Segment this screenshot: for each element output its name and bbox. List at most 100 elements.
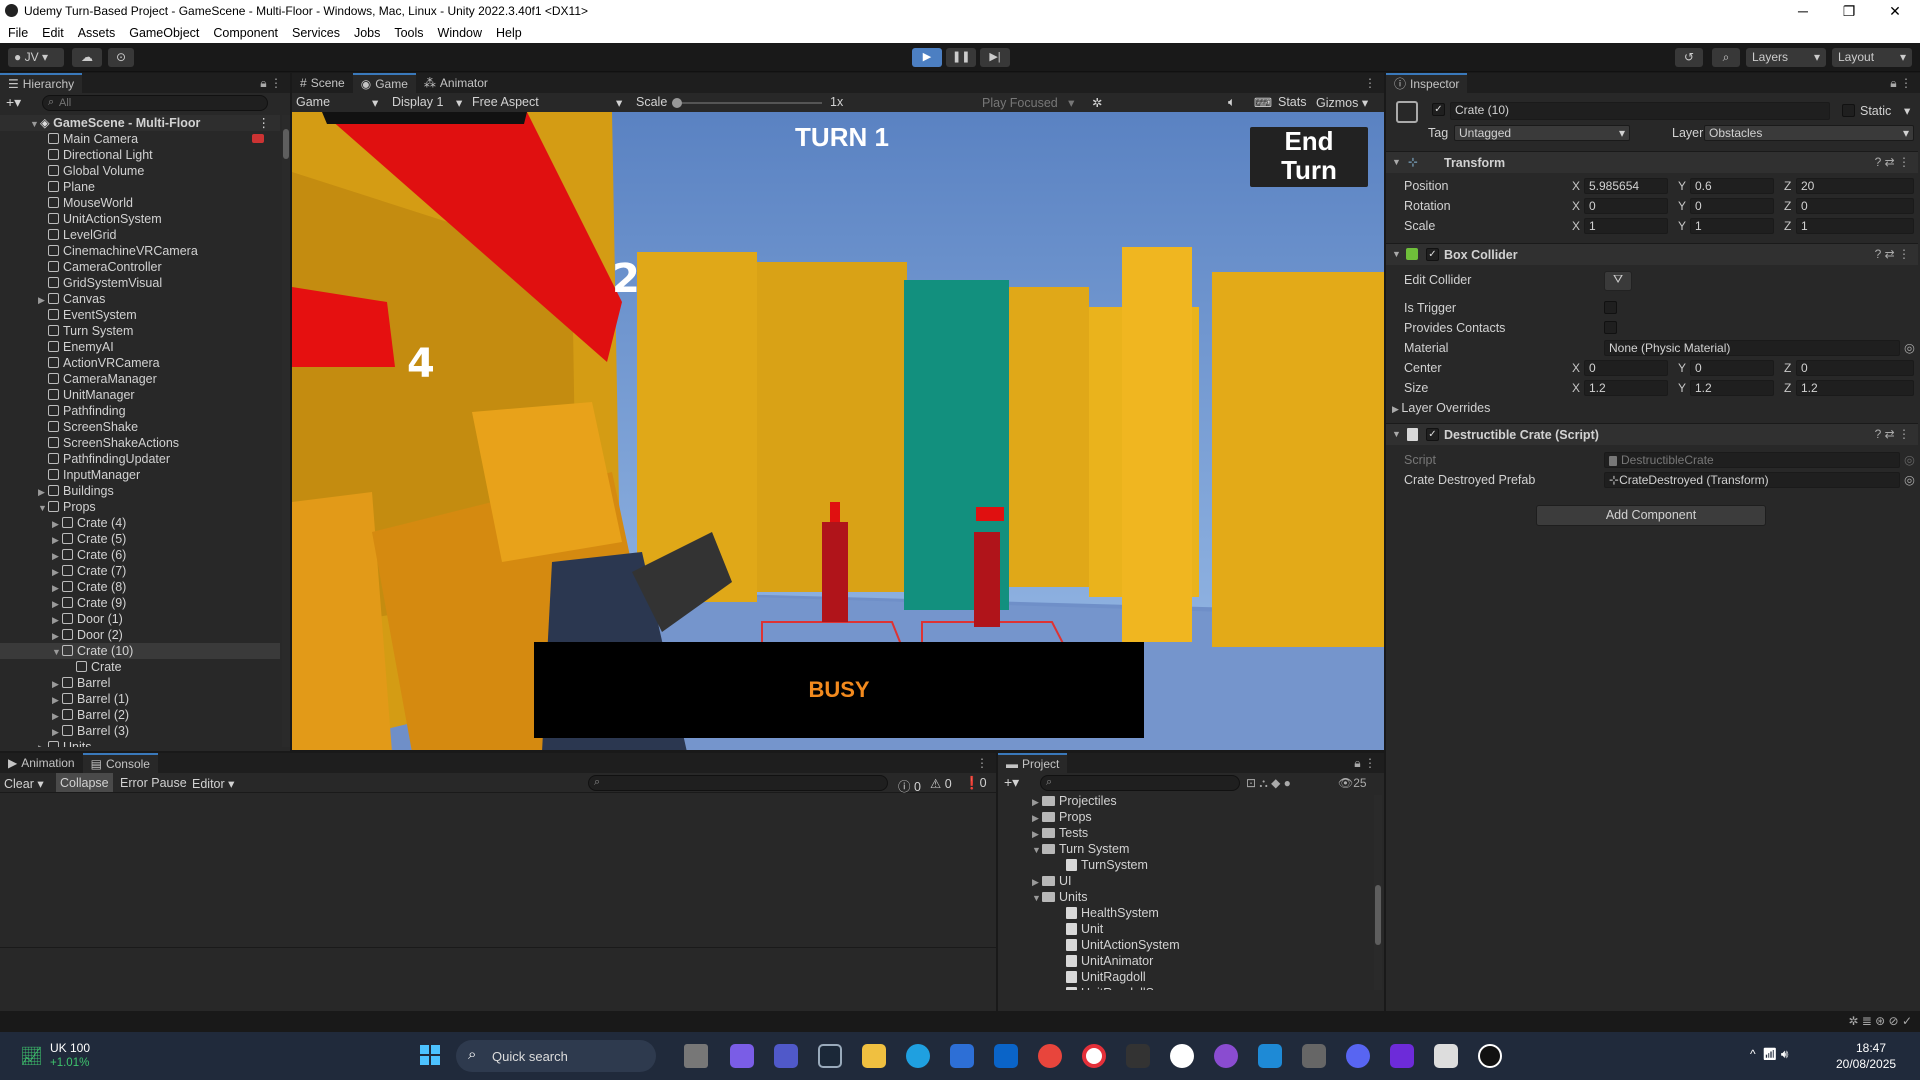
hierarchy-item[interactable]: Main Camera xyxy=(0,131,280,147)
edge-icon[interactable] xyxy=(906,1044,930,1068)
step-button[interactable]: ▶| xyxy=(980,48,1010,67)
hierarchy-item[interactable]: PathfindingUpdater xyxy=(0,451,280,467)
ticker-label[interactable]: UK 100 xyxy=(50,1041,90,1055)
close-button[interactable]: ✕ xyxy=(1872,1,1918,21)
project-add-icon[interactable]: +▾ xyxy=(1004,774,1019,791)
menu-tools[interactable]: Tools xyxy=(394,26,423,40)
hierarchy-item[interactable]: UnitActionSystem xyxy=(0,211,280,227)
console-menu-icon[interactable]: ⋮ xyxy=(976,756,988,770)
chrome-icon[interactable] xyxy=(1038,1044,1062,1068)
tab-animator[interactable]: ⁂ Animator xyxy=(416,73,496,93)
audio-icon[interactable]: 🔈︎ xyxy=(1228,95,1236,110)
folder-expand-icon[interactable]: ▼ xyxy=(1032,842,1042,858)
project-filter-icons[interactable]: ⊡ ⛬ ◆ ● xyxy=(1246,776,1291,791)
steam-icon[interactable] xyxy=(818,1044,842,1068)
project-lock-icon[interactable]: 🔒︎ ⋮ xyxy=(1354,756,1376,771)
status-icons[interactable]: ✲ ≣ ⊛ ⊘ ✓ xyxy=(1848,1014,1912,1028)
outlook-icon[interactable] xyxy=(994,1044,1018,1068)
collapse-toggle[interactable]: Collapse xyxy=(56,773,113,792)
hierarchy-item[interactable]: ▶ Crate (4) xyxy=(0,515,280,531)
destructible-enabled-checkbox[interactable]: ✓ xyxy=(1426,428,1439,441)
unity-hub-icon[interactable] xyxy=(1302,1044,1326,1068)
project-script[interactable]: UnitRagdollSpawner xyxy=(1056,985,1195,990)
edit-collider-button[interactable]: ⛛ xyxy=(1604,271,1632,291)
transform-foldout-icon[interactable]: ▼ xyxy=(1392,157,1401,167)
scale-slider[interactable] xyxy=(672,98,822,108)
hierarchy-item[interactable]: ▶ Crate (8) xyxy=(0,579,280,595)
box-collider-foldout-icon[interactable]: ▼ xyxy=(1392,249,1401,259)
is-trigger-checkbox[interactable] xyxy=(1604,301,1617,314)
visual-studio-icon[interactable] xyxy=(1390,1044,1414,1068)
tab-scene[interactable]: # Scene xyxy=(292,73,353,93)
box-collider-header[interactable]: ▼ ✓ Box Collider ? ⇄ ⋮ xyxy=(1386,243,1918,265)
maximize-button[interactable]: ❐ xyxy=(1826,1,1872,21)
hierarchy-item[interactable]: GridSystemVisual xyxy=(0,275,280,291)
info-count-toggle[interactable]: ⓘ 0 xyxy=(898,776,921,795)
active-checkbox[interactable]: ✓ xyxy=(1432,103,1445,116)
expand-right-icon[interactable]: ▶ xyxy=(52,676,62,692)
layout-dropdown[interactable]: Layout ▾ xyxy=(1832,48,1912,67)
collab-icon[interactable]: ⊙ xyxy=(108,48,134,67)
tag-dropdown[interactable]: Untagged ▾ xyxy=(1454,125,1630,141)
expand-right-icon[interactable]: ▶ xyxy=(52,548,62,564)
project-folder[interactable]: ▼ Units xyxy=(1032,889,1087,906)
expand-right-icon[interactable]: ▶ xyxy=(52,564,62,580)
project-folder[interactable]: ▶ Props xyxy=(1032,809,1092,826)
scale-slider-thumb[interactable] xyxy=(672,98,682,108)
hierarchy-item[interactable]: EnemyAI xyxy=(0,339,280,355)
transform-header[interactable]: ▼ ⊹ Transform ? ⇄ ⋮ xyxy=(1386,151,1918,173)
play-button[interactable]: ▶ xyxy=(912,48,942,67)
size-x-field[interactable]: 1.2 xyxy=(1584,380,1668,396)
position-z-field[interactable]: 20 xyxy=(1796,178,1914,194)
scale-y-field[interactable]: 1 xyxy=(1690,218,1774,234)
size-y-field[interactable]: 1.2 xyxy=(1690,380,1774,396)
rotation-y-field[interactable]: 0 xyxy=(1690,198,1774,214)
hierarchy-item[interactable]: ScreenShakeActions xyxy=(0,435,280,451)
keyboard-icon[interactable]: ⌨ xyxy=(1254,95,1272,110)
menu-edit[interactable]: Edit xyxy=(42,26,64,40)
hierarchy-item[interactable]: ScreenShake xyxy=(0,419,280,435)
tray-icons[interactable]: ^ 📶︎ 🔊︎ xyxy=(1750,1047,1788,1062)
cloud-icon[interactable]: ☁ xyxy=(72,48,102,67)
windows-start-icon[interactable] xyxy=(420,1045,440,1065)
hierarchy-item[interactable]: MouseWorld xyxy=(0,195,280,211)
project-script[interactable]: HealthSystem xyxy=(1056,905,1159,921)
game-view[interactable]: 4 2 TURN 1 End Turn BUSY xyxy=(292,112,1384,750)
static-dropdown-icon[interactable]: ▾ xyxy=(1904,103,1910,118)
position-x-field[interactable]: 5.985654 xyxy=(1584,178,1668,194)
history-icon[interactable]: ↺ xyxy=(1675,48,1703,67)
hierarchy-item[interactable]: ▶ Door (1) xyxy=(0,611,280,627)
hierarchy-item[interactable]: Directional Light xyxy=(0,147,280,163)
expand-right-icon[interactable]: ▶ xyxy=(52,628,62,644)
github-desktop-icon[interactable] xyxy=(1214,1044,1238,1068)
hierarchy-scrollbar[interactable] xyxy=(282,115,290,747)
folder-expand-icon[interactable]: ▶ xyxy=(1032,810,1042,826)
size-z-field[interactable]: 1.2 xyxy=(1796,380,1914,396)
game-app-icon[interactable] xyxy=(1126,1044,1150,1068)
hierarchy-item[interactable]: Turn System xyxy=(0,323,280,339)
scale-x-field[interactable]: 1 xyxy=(1584,218,1668,234)
copilot-icon[interactable] xyxy=(730,1044,754,1068)
project-script[interactable]: UnitAnimator xyxy=(1056,953,1153,969)
rotation-x-field[interactable]: 0 xyxy=(1584,198,1668,214)
hierarchy-item[interactable]: ▼ Crate (10) xyxy=(0,643,280,659)
expand-right-icon[interactable]: ▶ xyxy=(38,292,48,308)
aspect-dropdown[interactable]: Free Aspect ▾ xyxy=(472,95,622,110)
warning-count-toggle[interactable]: ⚠ 0 xyxy=(930,776,952,791)
taskview-icon[interactable] xyxy=(684,1044,708,1068)
bug-icon[interactable]: ✲ xyxy=(1092,95,1102,110)
project-scroll-thumb[interactable] xyxy=(1375,885,1381,945)
project-script[interactable]: TurnSystem xyxy=(1056,857,1148,873)
tab-game[interactable]: ◉ Game xyxy=(352,73,416,93)
project-folder[interactable]: ▶ Tests xyxy=(1032,825,1088,842)
destructible-menu-icons[interactable]: ? ⇄ ⋮ xyxy=(1875,427,1910,441)
hierarchy-item[interactable]: Pathfinding xyxy=(0,403,280,419)
store-icon[interactable] xyxy=(950,1044,974,1068)
chatgpt-icon[interactable] xyxy=(1170,1044,1194,1068)
hidden-count[interactable]: 👁︎25 xyxy=(1338,776,1367,790)
menu-gameobject[interactable]: GameObject xyxy=(129,26,199,40)
hierarchy-item[interactable]: InputManager xyxy=(0,467,280,483)
menu-component[interactable]: Component xyxy=(213,26,278,40)
hierarchy-item[interactable]: ▶ Barrel (2) xyxy=(0,707,280,723)
static-checkbox[interactable] xyxy=(1842,104,1855,117)
